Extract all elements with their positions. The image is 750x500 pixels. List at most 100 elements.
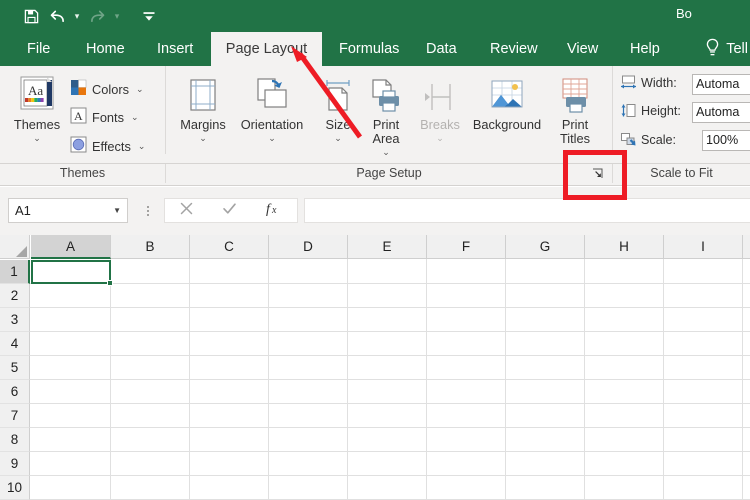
grid-line	[30, 475, 750, 476]
tab-file[interactable]: File	[16, 32, 61, 66]
tell-me-box[interactable]: Tell	[705, 32, 750, 66]
svg-text:Aa: Aa	[28, 83, 43, 98]
scale-icon	[620, 132, 637, 147]
height-input[interactable]: Automa	[692, 102, 750, 123]
row-header-6[interactable]: 6	[0, 380, 30, 404]
colors-icon	[70, 79, 87, 99]
size-icon	[318, 72, 358, 116]
tab-help[interactable]: Help	[619, 32, 671, 66]
breaks-button[interactable]: Breaks ⌄	[415, 72, 465, 143]
column-header-E[interactable]: E	[348, 235, 427, 259]
formula-bar-separator	[144, 201, 152, 221]
row-header-7[interactable]: 7	[0, 404, 30, 428]
row-header-2[interactable]: 2	[0, 284, 30, 308]
colors-button[interactable]: Colors ⌄	[70, 79, 144, 99]
chevron-down-icon[interactable]: ⌄	[131, 112, 139, 123]
column-header-A[interactable]: A	[31, 235, 111, 259]
print-area-button[interactable]: Print Area ⌄	[362, 72, 410, 157]
undo-chevron-down-icon[interactable]: ▾	[70, 4, 84, 28]
column-header-C[interactable]: C	[190, 235, 269, 259]
grid-line	[30, 331, 750, 332]
background-button[interactable]: Background	[465, 72, 549, 132]
print-titles-button[interactable]: Print Titles	[551, 72, 599, 146]
fonts-button-label: Fonts	[92, 110, 124, 125]
width-input[interactable]: Automa	[692, 74, 750, 95]
row-header-9[interactable]: 9	[0, 452, 30, 476]
name-box-chevron-down-icon[interactable]: ▼	[113, 206, 121, 215]
redo-icon[interactable]	[84, 4, 110, 28]
ribbon-tabs: File Home Insert Page Layout Formulas Da…	[0, 32, 750, 66]
fill-handle[interactable]	[107, 280, 113, 286]
ribbon-group-labels: Themes Page Setup Scale to Fit	[0, 164, 750, 186]
tab-review-label: Review	[490, 41, 538, 57]
margins-icon	[183, 72, 223, 116]
name-box[interactable]: A1 ▼	[8, 198, 128, 223]
tab-page-layout[interactable]: Page Layout	[211, 32, 322, 66]
effects-button[interactable]: Effects ⌄	[70, 136, 145, 156]
chevron-down-icon[interactable]: ⌄	[268, 133, 276, 143]
column-header-F[interactable]: F	[427, 235, 506, 259]
group-separator	[612, 66, 613, 154]
cancel-icon[interactable]	[179, 201, 194, 221]
customize-quick-access-toolbar-icon[interactable]	[136, 4, 162, 28]
chevron-down-icon[interactable]: ⌄	[138, 141, 146, 152]
column-header-I[interactable]: I	[664, 235, 743, 259]
orientation-icon	[251, 72, 293, 116]
formula-input[interactable]	[304, 198, 750, 223]
background-button-label: Background	[473, 118, 541, 132]
effects-button-label: Effects	[92, 139, 131, 154]
print-titles-button-label: Print Titles	[560, 118, 590, 146]
margins-button[interactable]: Margins ⌄	[175, 72, 231, 143]
chevron-down-icon[interactable]: ⌄	[199, 133, 207, 143]
quick-access-toolbar: ▾ ▾	[18, 4, 162, 28]
row-header-4[interactable]: 4	[0, 332, 30, 356]
title-bar: ▾ ▾ Bo	[0, 0, 750, 32]
column-header-B[interactable]: B	[111, 235, 190, 259]
tab-review[interactable]: Review	[479, 32, 549, 66]
group-separator	[165, 66, 166, 154]
chevron-down-icon[interactable]: ⌄	[382, 147, 390, 157]
tab-page-layout-label: Page Layout	[226, 41, 307, 57]
row-header-3[interactable]: 3	[0, 308, 30, 332]
width-field-row: Width:	[620, 75, 688, 90]
orientation-button[interactable]: Orientation ⌄	[232, 72, 312, 143]
column-header-H[interactable]: H	[585, 235, 664, 259]
selected-cell-A1[interactable]	[31, 260, 111, 284]
row-header-10[interactable]: 10	[0, 476, 30, 500]
chevron-down-icon[interactable]: ⌄	[33, 133, 41, 143]
group-label-themes: Themes	[0, 164, 165, 182]
row-header-1[interactable]: 1	[0, 260, 30, 284]
tab-help-label: Help	[630, 41, 660, 57]
tab-home[interactable]: Home	[75, 32, 136, 66]
column-header-D[interactable]: D	[269, 235, 348, 259]
column-header-G[interactable]: G	[506, 235, 585, 259]
fonts-button[interactable]: A Fonts ⌄	[70, 107, 139, 127]
height-icon	[620, 103, 637, 118]
tab-home-label: Home	[86, 41, 125, 57]
size-button[interactable]: Size ⌄	[315, 72, 361, 143]
tab-data[interactable]: Data	[415, 32, 468, 66]
scale-input[interactable]: 100%	[702, 130, 750, 151]
document-title-text: Bo	[676, 6, 692, 21]
themes-button[interactable]: Aa Themes ⌄	[8, 72, 66, 143]
column-header-J[interactable]: J	[743, 235, 750, 259]
row-header-8[interactable]: 8	[0, 428, 30, 452]
tab-insert-label: Insert	[157, 41, 193, 57]
save-icon[interactable]	[18, 4, 44, 28]
insert-function-icon[interactable]: f x	[265, 200, 283, 221]
enter-icon[interactable]	[222, 201, 237, 221]
chevron-down-icon[interactable]: ⌄	[334, 133, 342, 143]
tab-formulas[interactable]: Formulas	[328, 32, 410, 66]
chevron-down-icon[interactable]: ⌄	[136, 84, 144, 95]
tab-view-label: View	[567, 41, 598, 57]
tab-insert[interactable]: Insert	[146, 32, 204, 66]
select-all-button[interactable]	[0, 235, 30, 259]
annotation-highlight-box	[563, 150, 627, 200]
row-header-5[interactable]: 5	[0, 356, 30, 380]
undo-icon[interactable]	[44, 4, 70, 28]
redo-chevron-down-icon[interactable]: ▾	[110, 4, 124, 28]
chevron-down-icon[interactable]: ⌄	[436, 133, 444, 143]
tab-view[interactable]: View	[556, 32, 609, 66]
grid-line	[30, 379, 750, 380]
formula-bar-actions: f x	[164, 198, 298, 223]
